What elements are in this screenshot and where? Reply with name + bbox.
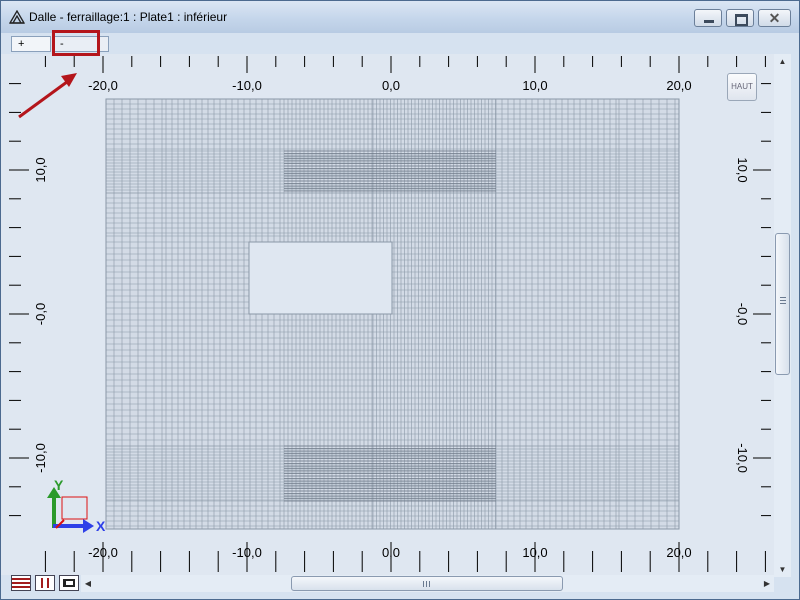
y-axis-label: Y: [54, 477, 64, 493]
x-tick-label-top: 10,0: [522, 78, 547, 93]
x-tick-label-top: 0,0: [382, 78, 400, 93]
scroll-down-icon[interactable]: ▼: [774, 562, 791, 577]
y-tick-label-left: -10,0: [33, 443, 48, 473]
tab-zoom-in[interactable]: +: [11, 36, 51, 52]
y-tick-label-left: 10,0: [33, 157, 48, 182]
horizontal-scrollbar[interactable]: ◀ ▶: [81, 575, 774, 592]
x-tick-label-bottom: 0,0: [382, 545, 400, 560]
y-tick-label-right: -0,0: [735, 303, 750, 325]
x-tick-label-top: -10,0: [232, 78, 262, 93]
x-tick-label-bottom: -20,0: [88, 545, 118, 560]
vertical-scrollbar[interactable]: ▲ ▼: [774, 54, 791, 577]
x-axis-label: X: [96, 518, 106, 534]
vertical-bars-view-button[interactable]: [35, 575, 55, 591]
y-tick-label-left: -0,0: [33, 303, 48, 325]
x-tick-label-bottom: 10,0: [522, 545, 547, 560]
annotation-highlight-box: [52, 30, 100, 56]
x-tick-label-top: -20,0: [88, 78, 118, 93]
grip-icon: [423, 581, 431, 587]
section-view-button[interactable]: [59, 575, 79, 591]
x-tick-label-bottom: 20,0: [666, 545, 691, 560]
vertical-scroll-thumb[interactable]: [775, 233, 790, 375]
grip-icon: [780, 297, 786, 305]
horizontal-bars-view-button[interactable]: [11, 575, 31, 591]
application-window: Dalle - ferraillage:1 : Plate1 : inférie…: [0, 0, 800, 600]
scroll-up-icon[interactable]: ▲: [774, 54, 791, 69]
scroll-right-icon[interactable]: ▶: [760, 575, 774, 592]
x-tick-label-bottom: -10,0: [232, 545, 262, 560]
x-tick-label-top: 20,0: [666, 78, 691, 93]
slab-opening: [248, 241, 393, 315]
drawing-canvas[interactable]: -20,0 -20,0 -10,0 -10,0 0,0 0,0 10,0 10,0 20,0 20…: [1, 1, 799, 599]
scroll-left-icon[interactable]: ◀: [81, 575, 95, 592]
y-tick-label-right: 10,0: [735, 157, 750, 182]
view-cube-top[interactable]: HAUT: [727, 73, 757, 101]
y-tick-label-right: -10,0: [735, 443, 750, 473]
horizontal-scroll-thumb[interactable]: [291, 576, 563, 591]
